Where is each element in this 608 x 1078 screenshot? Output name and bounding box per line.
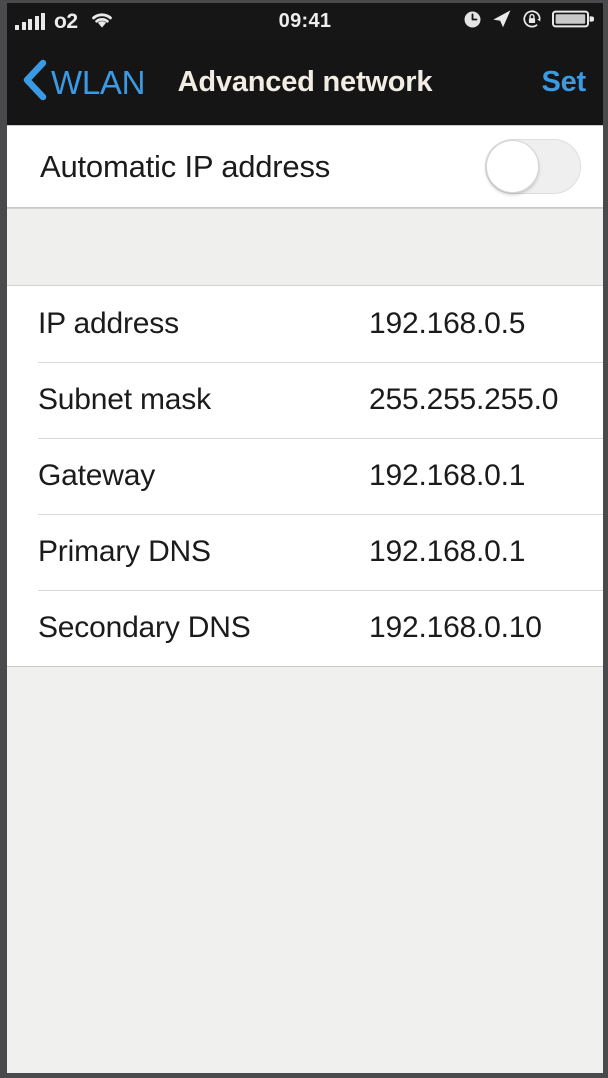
- toggle-knob: [486, 140, 539, 193]
- row-value[interactable]: 192.168.0.1: [369, 459, 525, 493]
- table-row[interactable]: Subnet mask 255.255.255.0: [7, 362, 603, 438]
- automatic-ip-address-toggle[interactable]: [485, 139, 581, 194]
- row-label: Secondary DNS: [38, 611, 251, 644]
- row-value[interactable]: 192.168.0.5: [369, 307, 525, 341]
- row-value[interactable]: 255.255.255.0: [369, 383, 558, 417]
- table-row[interactable]: Gateway 192.168.0.1: [7, 438, 603, 514]
- chevron-left-icon: [21, 59, 48, 106]
- table-row[interactable]: Primary DNS 192.168.0.1: [7, 514, 603, 590]
- row-value[interactable]: 192.168.0.1: [369, 535, 525, 569]
- table-row[interactable]: IP address 192.168.0.5: [7, 286, 603, 362]
- settings-content: Automatic IP address IP address 192.168.…: [7, 125, 603, 1073]
- status-bar: o2 09:41: [7, 3, 603, 40]
- navigation-bar: WLAN Advanced network Set: [7, 40, 603, 125]
- network-settings-list: IP address 192.168.0.5 Subnet mask 255.2…: [7, 286, 603, 667]
- row-label: Primary DNS: [38, 535, 211, 568]
- row-label: Gateway: [38, 459, 155, 492]
- row-label: Subnet mask: [38, 383, 211, 416]
- section-spacer: [7, 208, 603, 286]
- status-bar-clock: 09:41: [278, 10, 332, 32]
- set-button[interactable]: Set: [541, 66, 603, 99]
- table-row[interactable]: Secondary DNS 192.168.0.10: [7, 590, 603, 666]
- row-value[interactable]: 192.168.0.10: [369, 611, 542, 645]
- back-button-label: WLAN: [51, 64, 146, 101]
- phone-screen: o2 09:41 WLAN Advanced network Set Autom…: [0, 0, 608, 1078]
- back-button[interactable]: WLAN: [7, 59, 145, 106]
- automatic-ip-address-label: Automatic IP address: [40, 148, 331, 184]
- row-label: IP address: [38, 307, 179, 340]
- automatic-ip-address-row[interactable]: Automatic IP address: [7, 126, 603, 207]
- automatic-ip-section: Automatic IP address: [7, 125, 603, 208]
